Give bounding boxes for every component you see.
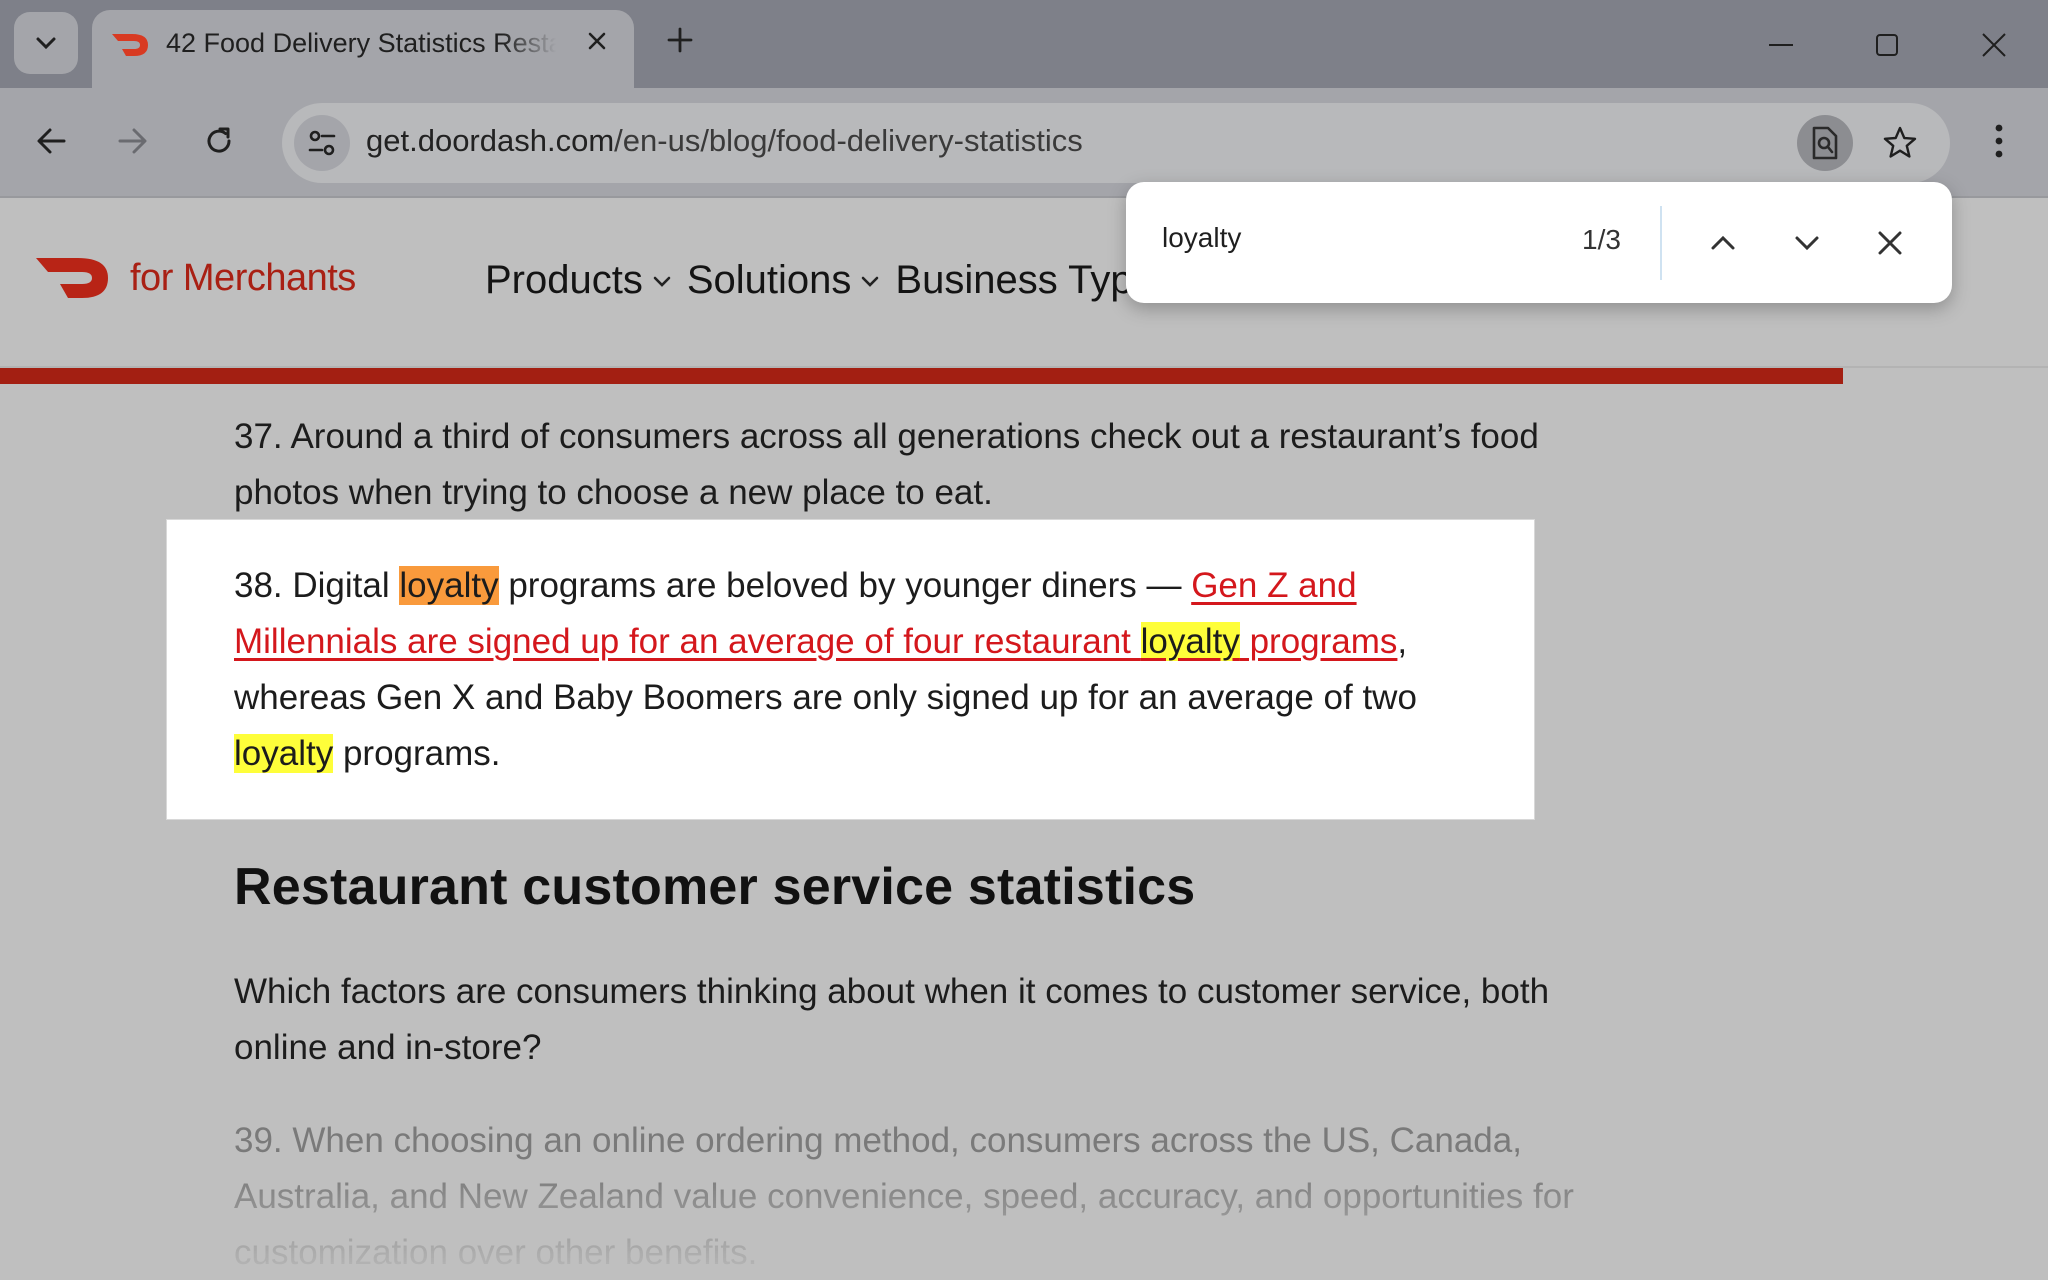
browser-menu-button[interactable] [1974, 116, 2024, 166]
stat-37: 37. Around a third of consumers across a… [234, 417, 1539, 512]
main-nav: Products Solutions Business Types [485, 258, 1175, 303]
tab-search-button[interactable] [14, 12, 78, 74]
forward-button[interactable] [108, 116, 158, 166]
maximize-icon [1876, 34, 1898, 56]
tab-title: 42 Food Delivery Statistics Restaurant O… [166, 28, 556, 58]
nav-solutions[interactable]: Solutions [687, 258, 880, 303]
minimize-button[interactable] [1756, 20, 1806, 70]
arrow-left-icon [37, 128, 66, 154]
reload-icon [207, 127, 231, 153]
window-close-button[interactable] [1969, 20, 2019, 70]
tab-close-button[interactable] [580, 24, 614, 58]
site-info-icon [308, 130, 336, 156]
section-intro: Which factors are consumers thinking abo… [234, 972, 1550, 1067]
chevron-up-icon [1711, 235, 1735, 250]
reading-progress-fill [0, 368, 1844, 384]
logo-text: for Merchants [130, 256, 356, 299]
reload-button[interactable] [194, 116, 244, 166]
close-icon [1982, 33, 2006, 57]
find-next-button[interactable] [1782, 218, 1832, 268]
bookmark-button[interactable] [1872, 115, 1928, 171]
chevron-down-icon [653, 276, 671, 287]
doordash-logo-icon [112, 34, 148, 56]
lens-search-page-icon [1812, 126, 1838, 160]
text: 38. Digital [234, 566, 400, 605]
bookmark-star-icon [1883, 126, 1917, 158]
find-previous-button[interactable] [1698, 218, 1748, 268]
plus-icon [667, 27, 693, 53]
search-page-button[interactable] [1797, 115, 1853, 171]
url-text[interactable]: get.doordash.com/en-us/blog/food-deliver… [366, 123, 1083, 159]
back-button[interactable] [26, 116, 76, 166]
arrow-right-icon [118, 128, 147, 154]
chevron-down-icon [36, 37, 56, 50]
nav-products[interactable]: Products [485, 258, 671, 303]
find-in-page-bar: 1/3 [1126, 182, 1952, 303]
stat-38-card: 38. Digital loyalty programs are beloved… [167, 520, 1534, 819]
find-match-active: loyalty [399, 566, 499, 605]
nav-label: Products [485, 258, 643, 302]
find-close-button[interactable] [1865, 218, 1915, 268]
nav-label: Solutions [686, 258, 852, 302]
find-match-count: 1/3 [1582, 224, 1621, 255]
stat-38: 38. Digital loyalty programs are beloved… [234, 558, 1524, 782]
find-input[interactable] [1162, 222, 1542, 254]
find-match: loyalty [1140, 622, 1240, 661]
text: programs. [333, 734, 501, 773]
site-logo[interactable]: for Merchants [36, 256, 356, 300]
close-icon [1878, 231, 1902, 255]
link-text: programs [1239, 622, 1398, 661]
tab-strip: 42 Food Delivery Statistics Restaurant O… [0, 0, 2048, 90]
site-info-button[interactable] [294, 115, 350, 171]
chevron-down-icon [1795, 236, 1819, 251]
divider [1660, 206, 1662, 280]
active-tab[interactable]: 42 Food Delivery Statistics Restaurant O… [92, 10, 634, 90]
reading-progress-bar [0, 368, 2048, 384]
doordash-logo-icon [36, 258, 108, 298]
section-heading: Restaurant customer service statistics [234, 858, 1196, 916]
url-path: /en-us/blog/food-delivery-statistics [614, 123, 1083, 158]
chevron-down-icon [862, 276, 879, 287]
new-tab-button[interactable] [660, 20, 700, 60]
url-host: get.doordash.com [366, 123, 615, 158]
find-match: loyalty [234, 734, 334, 773]
close-icon [588, 32, 606, 50]
text: programs are beloved by younger diners — [498, 566, 1192, 605]
address-bar[interactable]: get.doordash.com/en-us/blog/food-deliver… [282, 103, 1950, 183]
maximize-button[interactable] [1862, 20, 1912, 70]
minimize-icon [1769, 44, 1793, 46]
stat-39: 39. When choosing an online ordering met… [234, 1121, 1574, 1272]
kebab-menu-icon [1995, 124, 2003, 158]
